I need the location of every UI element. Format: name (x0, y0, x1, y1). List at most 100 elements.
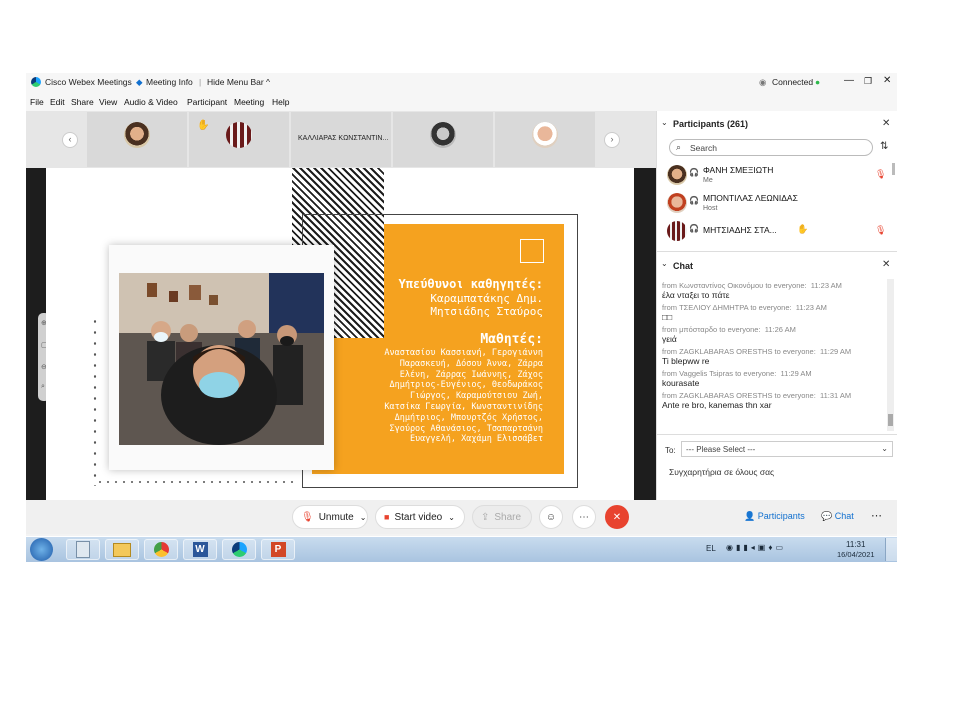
participant-search-input[interactable]: ⌕ Search (669, 139, 873, 156)
end-call-icon[interactable]: ✕ (605, 505, 629, 529)
muted-mic-icon[interactable]: 🎙 (875, 225, 886, 236)
close-window-icon[interactable]: ✕ (883, 75, 891, 86)
participant-name: ΜΠΟΝΤΙΛΑΣ ΛΕΩΝΙΔΑΣ (703, 193, 798, 203)
participants-button[interactable]: 👤 Participants (744, 511, 805, 522)
strip-next-icon[interactable]: › (604, 132, 620, 148)
app-title: Cisco Webex Meetings (45, 77, 132, 87)
participant-row[interactable]: 🎧 ΦΑΝΗ ΣΜΕΞΙΩΤΗ Me 🎙 (667, 163, 895, 187)
chat-sender: from Κωνσταντίνος Οικονόμου to everyone: (662, 281, 807, 290)
chat-to-label: To: (665, 446, 676, 455)
participant-role: Host (703, 205, 718, 212)
share-button[interactable]: ⇪ Share (472, 505, 532, 529)
chat-time: 11:26 AM (764, 325, 796, 334)
search-icon: ⌕ (676, 142, 682, 152)
chat-sender: from ZAGKLABARAS ORESTHS to everyone: (662, 347, 816, 356)
menu-help[interactable]: Help (272, 97, 289, 107)
raised-hand-icon: ✋ (797, 224, 809, 234)
student-line: Αναστασίου Κασσιανή, Γερογιάννη (384, 348, 543, 358)
avatar (667, 165, 687, 185)
unmute-button[interactable]: 🎙 Unmute ⌄ (292, 505, 368, 529)
slide-teacher-2: Μητσιάδης Σταύρος (430, 305, 543, 318)
dot-pattern (90, 316, 100, 486)
chat-button[interactable]: 💬 Chat (821, 511, 854, 522)
video-off-icon: ■ (384, 512, 390, 522)
menu-participant[interactable]: Participant (187, 97, 227, 107)
participant-role: Me (703, 177, 713, 184)
chat-label: Chat (834, 511, 854, 521)
strip-prev-icon[interactable]: ‹ (62, 132, 78, 148)
slide-teacher-1: Καραμπατάκης Δημ. (430, 292, 543, 305)
chevron-down-icon[interactable]: ⌄ (448, 513, 455, 522)
chat-message: from μπόσταρδο to everyone: 11:26 AM γει… (662, 325, 882, 344)
language-indicator[interactable]: EL (706, 544, 716, 553)
sort-icon[interactable]: ⇅ (880, 141, 888, 152)
chat-message: from Vaggelis Tsipras to everyone: 11:29… (662, 369, 882, 388)
tray-icons[interactable]: ◉▮▮◂▣♦▭ (726, 543, 786, 552)
chat-recipient-select[interactable]: --- Please Select --- ⌄ (681, 441, 893, 457)
search-placeholder: Search (690, 143, 717, 153)
participants-scrollbar[interactable] (892, 163, 895, 175)
participant-row[interactable]: 🎧 ΜΗΤΣΙΑΔΗΣ ΣΤΑ... ✋ 🎙 (667, 219, 895, 243)
side-panel: ⌄ Participants (261) ✕ ⌕ Search ⇅ 🎧 ΦΑΝΗ… (656, 111, 897, 500)
start-button-icon[interactable] (30, 538, 53, 561)
chat-scrollbar[interactable] (887, 279, 894, 431)
chat-message-input[interactable]: Συγχαρητήρια σε όλους σας (669, 467, 774, 477)
menu-audio-video[interactable]: Audio & Video (124, 97, 178, 107)
chevron-down-icon[interactable]: ⌄ (360, 513, 367, 522)
reactions-icon[interactable]: ☺ (539, 505, 563, 529)
chat-text: γειά (662, 334, 677, 344)
meeting-info-button[interactable]: Meeting Info (146, 77, 193, 87)
menu-share[interactable]: Share (71, 97, 94, 107)
participants-title: Participants (261) (673, 119, 749, 129)
video-tile[interactable] (87, 112, 187, 167)
menu-meeting[interactable]: Meeting (234, 97, 264, 107)
menu-file[interactable]: File (30, 97, 44, 107)
meeting-controls-bar: 🎙 Unmute ⌄ ■ Start video ⌄ ⇪ Share ☺ ⋯ ✕… (26, 500, 897, 534)
tray-date[interactable]: 16/04/2021 (837, 550, 875, 559)
webex-taskbar-icon[interactable] (222, 539, 256, 560)
student-line: Ελένη, Ζάρρας Ιωάννης, Ζάχος (399, 369, 543, 380)
restore-icon[interactable]: ❐ (864, 76, 872, 87)
chat-time: 11:29 AM (819, 347, 852, 356)
avatar (226, 122, 252, 148)
group-selfie-photo (119, 273, 324, 445)
more-options-icon[interactable]: ⋯ (572, 505, 596, 529)
show-desktop-button[interactable] (885, 538, 897, 561)
menu-bar: File Edit Share View Audio & Video Parti… (26, 93, 897, 111)
menu-view[interactable]: View (99, 97, 117, 107)
participant-name: ΜΗΤΣΙΑΔΗΣ ΣΤΑ... (703, 225, 777, 235)
search-zoom-icon[interactable]: ⌕ (41, 383, 45, 391)
video-tile[interactable]: ΚΑΛΛΙΑΡΑΣ ΚΩΝΣΤΑΝΤΙΝ... (291, 112, 391, 167)
chat-title: Chat (673, 261, 693, 271)
word-taskbar-icon[interactable]: W (183, 539, 217, 560)
close-chat-icon[interactable]: ✕ (882, 259, 890, 270)
slide-students-list: Αναστασίου Κασσιανή, Γερογιάννη Παρασκευ… (338, 348, 543, 445)
separator: | (199, 77, 202, 87)
student-line: Δημήτριος-Ευγένιος, Θεοδωράκος (389, 380, 543, 391)
connection-status: Connected (772, 77, 814, 87)
video-tile[interactable]: ✋ (189, 112, 289, 167)
participant-row[interactable]: 🎧 ΜΠΟΝΤΙΛΑΣ ΛΕΩΝΙΔΑΣ Host (667, 191, 895, 215)
hide-menu-bar-button[interactable]: Hide Menu Bar ^ (207, 77, 270, 87)
video-tile[interactable] (393, 112, 493, 167)
chrome-taskbar-icon[interactable] (144, 539, 178, 560)
info-icon: ◆ (136, 77, 143, 87)
folder-taskbar-icon[interactable] (105, 539, 139, 560)
panel-more-icon[interactable]: ⋯ (871, 509, 882, 522)
powerpoint-taskbar-icon[interactable]: P (261, 539, 295, 560)
start-video-button[interactable]: ■ Start video ⌄ (375, 505, 465, 529)
tray-time[interactable]: 11:31 (846, 540, 865, 549)
chat-sender: from μπόσταρδο to everyone: (662, 325, 761, 334)
shared-content-stage: ⊕ ▢ ⊖ ⌕ Υπεύθυνοι καθηγητές: Καραμπατάκη… (26, 168, 656, 500)
close-participants-icon[interactable]: ✕ (882, 118, 890, 129)
chat-scroll-thumb[interactable] (888, 414, 893, 426)
menu-edit[interactable]: Edit (50, 97, 65, 107)
muted-mic-icon[interactable]: 🎙 (875, 169, 886, 180)
avatar (667, 193, 687, 213)
collapse-chat-icon[interactable]: ⌄ (661, 259, 668, 268)
collapse-participants-icon[interactable]: ⌄ (661, 118, 668, 127)
calculator-taskbar-icon[interactable] (66, 539, 100, 560)
minimize-icon[interactable]: — (844, 75, 854, 86)
video-tile[interactable] (495, 112, 595, 167)
chat-sender: from Vaggelis Tsipras to everyone: (662, 369, 777, 378)
